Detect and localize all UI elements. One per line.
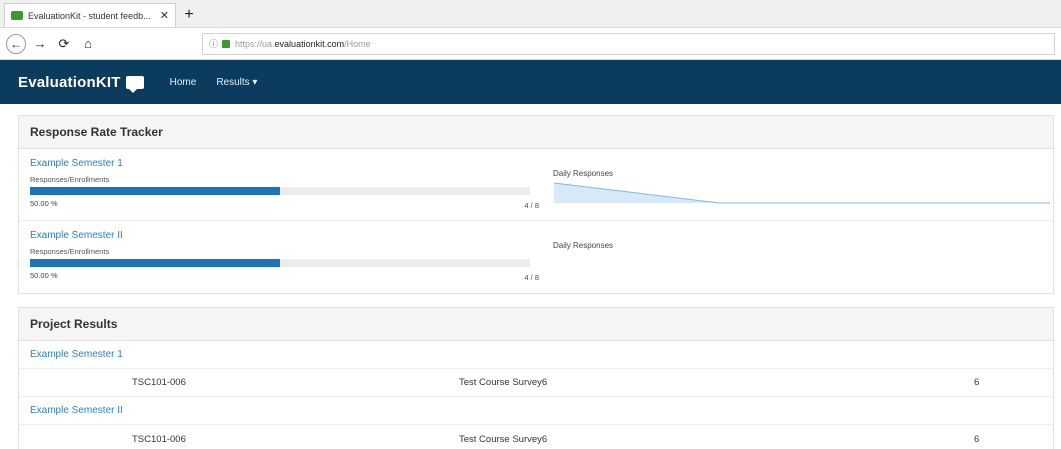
arrow-left-icon: ←	[10, 36, 22, 51]
browser-nav-bar: ← → ⟳ ⌂ ⓘ https://ua. evaluationkit.com/H…	[0, 28, 1061, 60]
count-text: 4 / 8	[524, 201, 539, 210]
browser-tab[interactable]: EvaluationKit - student feedb... ✕	[4, 3, 176, 27]
url-bar[interactable]: ⓘ https://ua. evaluationkit.com/Home	[202, 32, 1055, 55]
url-domain: evaluationkit.com	[274, 38, 345, 49]
tracker-row: Example Semester II Responses/Enrollment…	[19, 221, 1053, 293]
new-tab-button[interactable]: +	[178, 3, 200, 27]
table-row[interactable]: TSC101-006 Test Course Survey6 6	[19, 425, 1053, 449]
lock-icon	[222, 39, 231, 48]
back-button[interactable]: ←	[6, 33, 26, 54]
course-code: TSC101-006	[132, 433, 186, 445]
survey-name: Test Course Survey6	[459, 377, 548, 388]
url-path: /Home	[344, 38, 371, 49]
semester-link[interactable]: Example Semester 1	[30, 349, 123, 360]
response-progress-bar	[30, 187, 530, 195]
reload-icon: ⟳	[58, 35, 70, 51]
brand-logo[interactable]: EvaluationKIT	[18, 73, 144, 93]
url-protocol: https://ua.	[235, 38, 275, 49]
main-content: Response Rate Tracker Example Semester 1…	[0, 104, 1061, 449]
app-header: EvaluationKIT Home Results ▾	[0, 60, 1061, 104]
daily-responses-sparkline	[553, 254, 1051, 276]
home-button[interactable]: ⌂	[78, 34, 98, 54]
favicon-icon	[11, 11, 23, 20]
arrow-right-icon: →	[33, 36, 47, 51]
sparkline-area	[554, 183, 1050, 203]
percent-text: 50.00 %	[30, 199, 58, 208]
close-tab-icon[interactable]: ✕	[160, 9, 169, 22]
response-rate-panel: Response Rate Tracker Example Semester 1…	[18, 115, 1054, 294]
progress-fill	[30, 259, 280, 267]
response-count: 6	[974, 433, 980, 445]
chat-bubble-icon	[125, 75, 144, 93]
brand-name: EvaluationKIT	[18, 73, 121, 91]
responses-label: Responses/Enrollments	[30, 247, 110, 256]
semester-link[interactable]: Example Semester 1	[30, 158, 539, 169]
daily-responses-label: Daily Responses	[553, 169, 614, 178]
project-results-panel: Project Results Example Semester 1 TSC10…	[18, 307, 1054, 449]
browser-tab-bar: EvaluationKit - student feedb... ✕ +	[0, 0, 1061, 28]
response-count: 6	[974, 377, 980, 388]
course-code: TSC101-006	[132, 377, 186, 388]
forward-button[interactable]: →	[30, 34, 50, 54]
semester-link[interactable]: Example Semester II	[30, 230, 539, 241]
semester-group-header: Example Semester 1	[19, 341, 1053, 369]
tracker-row: Example Semester 1 Responses/Enrollments…	[19, 149, 1053, 221]
count-text: 4 / 8	[524, 273, 539, 282]
info-icon[interactable]: ⓘ	[209, 37, 218, 50]
nav-results-dropdown[interactable]: Results ▾	[216, 77, 257, 88]
response-progress-bar	[30, 259, 530, 267]
percent-text: 50.00 %	[30, 271, 58, 280]
semester-group-header: Example Semester II	[19, 397, 1053, 425]
survey-name: Test Course Survey6	[459, 433, 548, 445]
semester-link[interactable]: Example Semester II	[30, 405, 123, 416]
panel-title: Response Rate Tracker	[19, 116, 1053, 149]
daily-responses-label: Daily Responses	[553, 241, 614, 250]
table-row[interactable]: TSC101-006 Test Course Survey6 6	[19, 369, 1053, 397]
home-icon: ⌂	[84, 36, 92, 51]
responses-label: Responses/Enrollments	[30, 175, 110, 184]
nav-home[interactable]: Home	[170, 77, 197, 88]
panel-title: Project Results	[19, 308, 1053, 341]
tab-title: EvaluationKit - student feedb...	[28, 10, 151, 21]
progress-fill	[30, 187, 280, 195]
daily-responses-sparkline	[553, 182, 1050, 204]
reload-button[interactable]: ⟳	[54, 34, 74, 54]
